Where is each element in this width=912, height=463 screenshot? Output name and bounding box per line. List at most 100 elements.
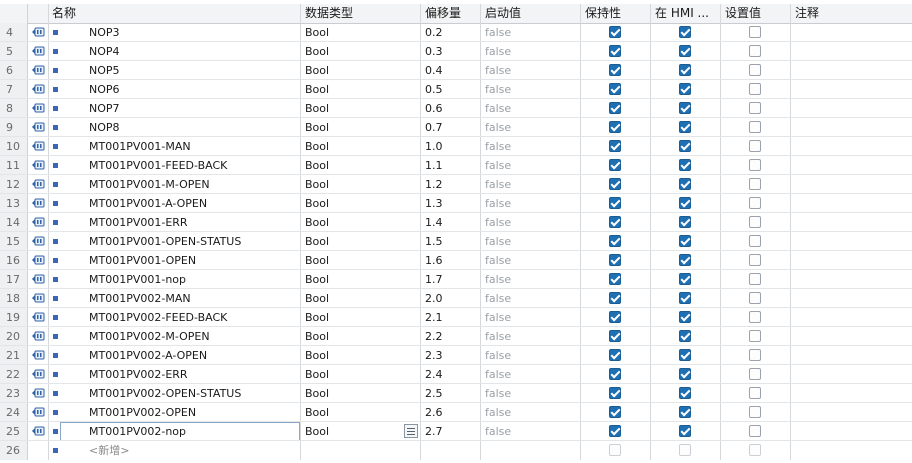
member-start-value[interactable]: false (485, 80, 575, 99)
setpoint-checkbox[interactable] (749, 178, 761, 190)
member-datatype[interactable]: Bool (305, 99, 415, 118)
member-datatype[interactable]: Bool (305, 175, 415, 194)
setpoint-checkbox[interactable] (749, 64, 761, 76)
table-row[interactable]: 21 MT001PV002-A-OPEN Bool 2.3 false (0, 346, 912, 365)
member-start-value[interactable]: false (485, 251, 575, 270)
in-hmi-checkbox[interactable] (679, 349, 691, 361)
retain-checkbox[interactable] (609, 197, 621, 209)
member-datatype[interactable]: Bool (305, 23, 415, 42)
member-datatype[interactable]: Bool (305, 346, 415, 365)
retain-checkbox[interactable] (609, 216, 621, 228)
member-datatype[interactable]: Bool (305, 80, 415, 99)
member-name[interactable]: MT001PV001-ERR (89, 213, 299, 232)
header-setpoint[interactable]: 设置值 (725, 4, 785, 23)
header-comment[interactable]: 注释 (795, 4, 905, 23)
member-datatype[interactable]: Bool (305, 308, 415, 327)
member-name[interactable]: MT001PV001-A-OPEN (89, 194, 299, 213)
member-start-value[interactable]: false (485, 61, 575, 80)
in-hmi-checkbox[interactable] (679, 159, 691, 171)
in-hmi-checkbox[interactable] (679, 178, 691, 190)
in-hmi-checkbox[interactable] (679, 102, 691, 114)
member-start-value[interactable]: false (485, 194, 575, 213)
setpoint-checkbox[interactable] (749, 368, 761, 380)
retain-checkbox[interactable] (609, 64, 621, 76)
setpoint-checkbox[interactable] (749, 235, 761, 247)
in-hmi-checkbox[interactable] (679, 26, 691, 38)
member-datatype[interactable]: Bool (305, 251, 415, 270)
member-name[interactable]: MT001PV001-OPEN (89, 251, 299, 270)
in-hmi-checkbox[interactable] (679, 83, 691, 95)
member-start-value[interactable]: false (485, 365, 575, 384)
setpoint-checkbox[interactable] (749, 349, 761, 361)
member-start-value[interactable]: false (485, 42, 575, 61)
table-row[interactable]: 20 MT001PV002-M-OPEN Bool 2.2 false (0, 327, 912, 346)
table-row[interactable]: 23 MT001PV002-OPEN-STATUS Bool 2.5 false (0, 384, 912, 403)
member-datatype[interactable]: Bool (305, 118, 415, 137)
header-name[interactable]: 名称 (52, 4, 292, 23)
add-new-row[interactable]: 26 <新增> (0, 441, 912, 460)
member-name[interactable]: NOP3 (89, 23, 299, 42)
table-row[interactable]: 11 MT001PV001-FEED-BACK Bool 1.1 false (0, 156, 912, 175)
setpoint-checkbox[interactable] (749, 330, 761, 342)
retain-checkbox[interactable] (609, 425, 621, 437)
member-name[interactable]: MT001PV002-ERR (89, 365, 299, 384)
member-name[interactable]: MT001PV001-M-OPEN (89, 175, 299, 194)
setpoint-checkbox[interactable] (749, 406, 761, 418)
in-hmi-checkbox[interactable] (679, 292, 691, 304)
retain-checkbox[interactable] (609, 83, 621, 95)
member-start-value[interactable]: false (485, 308, 575, 327)
header-datatype[interactable]: 数据类型 (305, 4, 415, 23)
member-start-value[interactable]: false (485, 270, 575, 289)
member-name[interactable]: MT001PV001-nop (89, 270, 299, 289)
table-row[interactable]: 9 NOP8 Bool 0.7 false (0, 118, 912, 137)
table-row[interactable]: 10 MT001PV001-MAN Bool 1.0 false (0, 137, 912, 156)
setpoint-checkbox[interactable] (749, 83, 761, 95)
table-row[interactable]: 17 MT001PV001-nop Bool 1.7 false (0, 270, 912, 289)
table-row[interactable]: 7 NOP6 Bool 0.5 false (0, 80, 912, 99)
setpoint-checkbox[interactable] (749, 159, 761, 171)
retain-checkbox[interactable] (609, 140, 621, 152)
member-datatype[interactable]: Bool (305, 422, 415, 441)
member-datatype[interactable]: Bool (305, 327, 415, 346)
retain-checkbox[interactable] (609, 102, 621, 114)
setpoint-checkbox[interactable] (749, 292, 761, 304)
member-datatype[interactable]: Bool (305, 365, 415, 384)
member-datatype[interactable]: Bool (305, 289, 415, 308)
setpoint-checkbox[interactable] (749, 45, 761, 57)
member-name[interactable]: NOP4 (89, 42, 299, 61)
member-start-value[interactable]: false (485, 289, 575, 308)
retain-checkbox[interactable] (609, 26, 621, 38)
member-datatype[interactable]: Bool (305, 61, 415, 80)
retain-checkbox[interactable] (609, 349, 621, 361)
member-datatype[interactable]: Bool (305, 232, 415, 251)
retain-checkbox[interactable] (609, 121, 621, 133)
table-row[interactable]: 12 MT001PV001-M-OPEN Bool 1.2 false (0, 175, 912, 194)
in-hmi-checkbox[interactable] (679, 45, 691, 57)
table-row[interactable]: 16 MT001PV001-OPEN Bool 1.6 false (0, 251, 912, 270)
setpoint-checkbox[interactable] (749, 102, 761, 114)
retain-checkbox[interactable] (609, 45, 621, 57)
setpoint-checkbox[interactable] (749, 387, 761, 399)
retain-checkbox[interactable] (609, 387, 621, 399)
member-name[interactable]: MT001PV002-M-OPEN (89, 327, 299, 346)
member-name[interactable]: MT001PV002-OPEN (89, 403, 299, 422)
table-row[interactable]: 15 MT001PV001-OPEN-STATUS Bool 1.5 false (0, 232, 912, 251)
in-hmi-checkbox[interactable] (679, 273, 691, 285)
retain-checkbox[interactable] (609, 254, 621, 266)
retain-checkbox[interactable] (609, 406, 621, 418)
member-datatype[interactable]: Bool (305, 194, 415, 213)
setpoint-checkbox[interactable] (749, 254, 761, 266)
member-name[interactable]: MT001PV001-MAN (89, 137, 299, 156)
member-name[interactable]: MT001PV002-FEED-BACK (89, 308, 299, 327)
in-hmi-checkbox[interactable] (679, 330, 691, 342)
retain-checkbox[interactable] (609, 235, 621, 247)
setpoint-checkbox[interactable] (749, 121, 761, 133)
header-retain[interactable]: 保持性 (585, 4, 645, 23)
table-row[interactable]: 24 MT001PV002-OPEN Bool 2.6 false (0, 403, 912, 422)
in-hmi-checkbox[interactable] (679, 64, 691, 76)
member-name[interactable]: MT001PV002-nop (89, 422, 299, 441)
table-row[interactable]: 5 NOP4 Bool 0.3 false (0, 42, 912, 61)
in-hmi-checkbox[interactable] (679, 425, 691, 437)
setpoint-checkbox[interactable] (749, 26, 761, 38)
member-datatype[interactable]: Bool (305, 213, 415, 232)
